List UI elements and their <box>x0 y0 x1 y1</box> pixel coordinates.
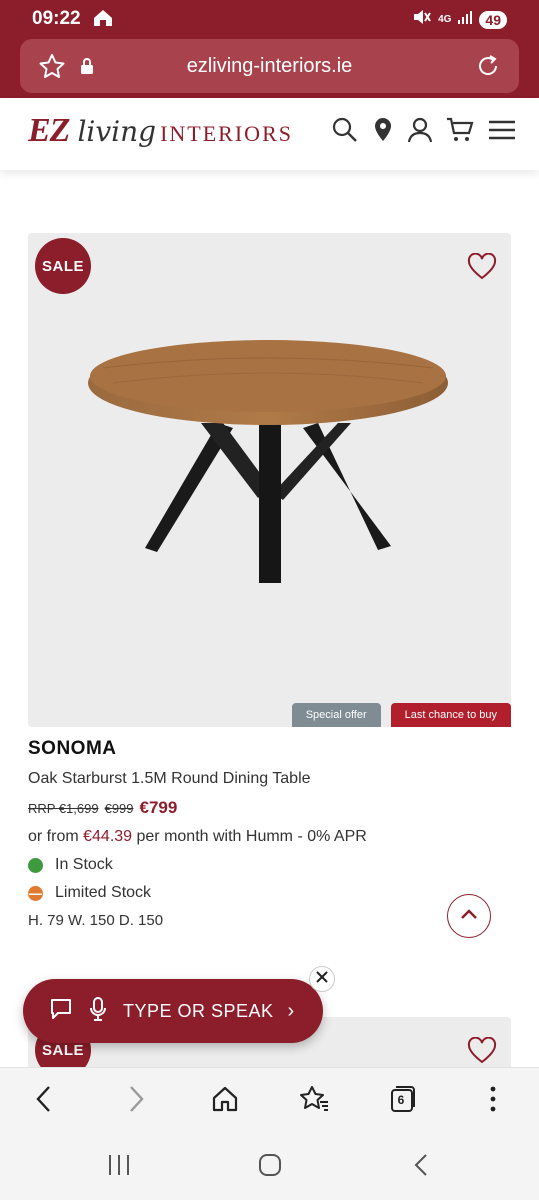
site-header: EZ living INTERIORS <box>0 98 539 170</box>
logo-ez: EZ <box>28 112 70 149</box>
product-image[interactable] <box>83 328 453 588</box>
price-row: RRP €1,699 €999 €799 <box>28 798 511 818</box>
heart-icon[interactable] <box>467 1036 497 1067</box>
current-price: €799 <box>139 798 178 817</box>
account-icon[interactable] <box>407 116 433 149</box>
product-description[interactable]: Oak Starburst 1.5M Round Dining Table <box>28 770 511 788</box>
url-text: ezliving-interiors.ie <box>186 55 353 77</box>
rrp-price: RRP €1,699 <box>28 801 99 816</box>
product-info: SONOMA Oak Starburst 1.5M Round Dining T… <box>28 738 511 929</box>
chevron-up-icon <box>460 907 478 925</box>
logo-interiors: INTERIORS <box>160 121 293 146</box>
ez-living-logo[interactable]: EZ living INTERIORS <box>28 112 293 150</box>
tab-count: 6 <box>397 1093 405 1107</box>
finance-text: or from €44.39 per month with Humm - 0% … <box>28 828 511 846</box>
home-circle-icon[interactable] <box>257 1153 283 1182</box>
back-icon[interactable] <box>32 1084 56 1119</box>
chevron-right-icon: › <box>287 999 295 1022</box>
browser-address-bar: ezliving-interiors.ie <box>0 36 539 98</box>
product-name[interactable]: SONOMA <box>28 738 511 760</box>
nav-back-icon[interactable] <box>410 1153 432 1182</box>
close-voice-button[interactable] <box>309 966 335 992</box>
search-icon[interactable] <box>331 116 359 149</box>
forward-icon[interactable] <box>124 1084 148 1119</box>
was-price: €999 <box>104 801 134 816</box>
mute-icon <box>412 8 432 31</box>
product-card[interactable]: SALE Special offer Last chance to buy <box>28 233 511 727</box>
system-nav-bar <box>0 1133 539 1200</box>
limited-stock-icon <box>28 885 43 901</box>
url-field[interactable]: ezliving-interiors.ie <box>20 39 519 93</box>
special-offer-badge: Special offer <box>291 703 381 727</box>
finance-prefix: or from <box>28 828 84 845</box>
tabs-icon[interactable]: 6 <box>389 1084 417 1114</box>
stock-status-row: In Stock <box>28 856 511 874</box>
mic-icon <box>89 996 107 1027</box>
reload-icon[interactable] <box>475 53 501 84</box>
sale-badge: SALE <box>35 238 91 294</box>
stock-status: In Stock <box>55 856 113 873</box>
finance-suffix: per month with Humm - 0% APR <box>132 828 367 845</box>
home-icon[interactable] <box>210 1084 240 1119</box>
chat-icon <box>49 998 73 1025</box>
more-icon[interactable] <box>484 1084 502 1119</box>
stock-level-row: Limited Stock <box>28 884 511 902</box>
stock-level: Limited Stock <box>55 884 152 901</box>
finance-amount: €44.39 <box>83 828 133 845</box>
scroll-to-top-button[interactable] <box>447 894 491 938</box>
heart-icon[interactable] <box>467 252 497 286</box>
status-bar: 09:22 4G 49 <box>0 0 539 36</box>
location-pin-icon[interactable] <box>371 116 395 149</box>
browser-toolbar: 6 <box>0 1067 539 1133</box>
voice-assist-label: TYPE OR SPEAK <box>123 1000 274 1021</box>
network-type: 4G <box>438 14 452 25</box>
cart-icon[interactable] <box>445 116 475 149</box>
close-icon <box>316 970 328 988</box>
bookmarks-icon[interactable] <box>298 1084 330 1119</box>
logo-living: living <box>77 115 157 148</box>
product-dimensions: H. 79 W. 150 D. 150 <box>28 912 164 929</box>
home-icon <box>92 8 114 33</box>
recents-icon[interactable] <box>106 1153 132 1182</box>
menu-icon[interactable] <box>487 118 517 147</box>
signal-icon <box>457 10 473 29</box>
status-time: 09:22 <box>32 8 81 29</box>
last-chance-badge: Last chance to buy <box>390 703 511 727</box>
battery-level: 49 <box>479 10 507 29</box>
type-or-speak-button[interactable]: TYPE OR SPEAK › <box>23 979 323 1043</box>
in-stock-icon <box>28 857 43 873</box>
